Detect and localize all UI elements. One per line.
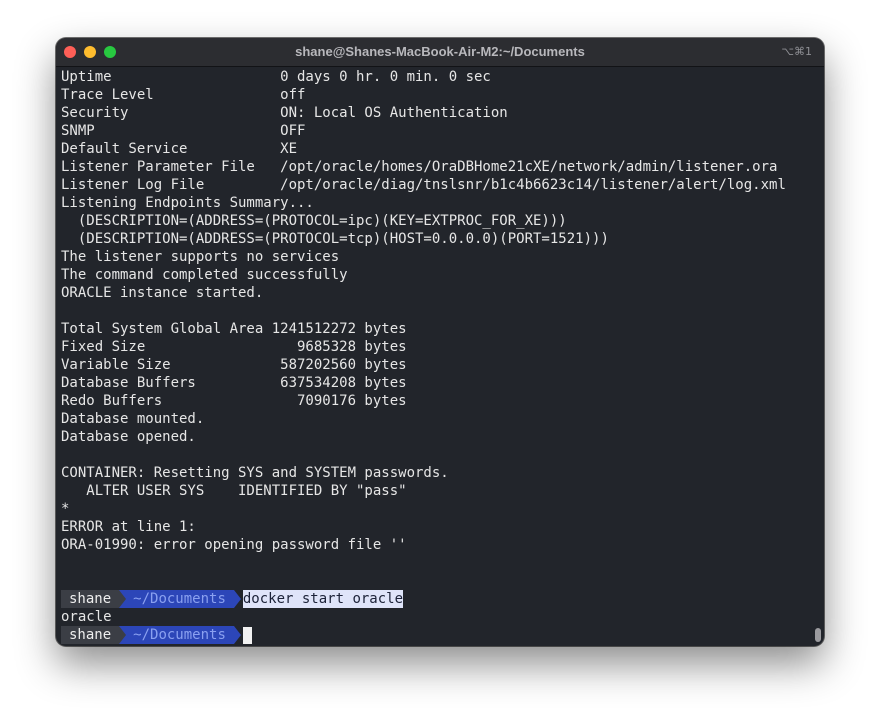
prompt-line-1: shane ~/Documents docker start oracle <box>61 590 811 608</box>
terminal-line: Variable Size 587202560 bytes <box>61 357 407 373</box>
terminal-line: The listener supports no services <box>61 249 340 265</box>
terminal-line: Total System Global Area 1241512272 byte… <box>61 321 407 337</box>
prompt-line-2[interactable]: shane ~/Documents <box>61 626 811 644</box>
terminal-line: (DESCRIPTION=(ADDRESS=(PROTOCOL=tcp)(HOS… <box>61 231 609 247</box>
terminal-line: Listener Log File /opt/oracle/diag/tnsls… <box>61 177 786 193</box>
terminal-line: Database mounted. <box>61 411 205 427</box>
terminal-lines: Uptime 0 days 0 hr. 0 min. 0 sec Trace Le… <box>61 68 811 590</box>
terminal-line: ALTER USER SYS IDENTIFIED BY "pass" <box>61 483 407 499</box>
terminal-window: shane@Shanes-MacBook-Air-M2:~/Documents … <box>56 38 824 646</box>
terminal-line: Trace Level off <box>61 87 306 103</box>
prompt-directory-segment: ~/Documents <box>119 626 241 644</box>
entered-command: docker start oracle <box>242 590 404 608</box>
terminal-line: Security ON: Local OS Authentication <box>61 105 508 121</box>
terminal-line: Listening Endpoints Summary... <box>61 195 314 211</box>
terminal-line: ERROR at line 1: <box>61 519 196 535</box>
terminal-line: The command completed successfully <box>61 267 348 283</box>
text-cursor[interactable] <box>242 626 252 644</box>
terminal-line: Fixed Size 9685328 bytes <box>61 339 407 355</box>
window-shortcut-label: ⌥⌘1 <box>781 45 812 58</box>
terminal-output[interactable]: Uptime 0 days 0 hr. 0 min. 0 sec Trace Le… <box>61 68 811 644</box>
terminal-line: CONTAINER: Resetting SYS and SYSTEM pass… <box>61 465 449 481</box>
prompt-user-segment: shane <box>61 626 120 644</box>
terminal-line: Database opened. <box>61 429 196 445</box>
window-title: shane@Shanes-MacBook-Air-M2:~/Documents <box>295 44 585 59</box>
terminal-line: * <box>61 501 70 517</box>
terminal-line: SNMP OFF <box>61 123 306 139</box>
terminal-line: (DESCRIPTION=(ADDRESS=(PROTOCOL=ipc)(KEY… <box>61 213 567 229</box>
title-bar[interactable]: shane@Shanes-MacBook-Air-M2:~/Documents … <box>56 38 824 67</box>
terminal-line: ORA-01990: error opening password file '… <box>61 537 407 553</box>
terminal-line: Default Service XE <box>61 141 298 157</box>
terminal-line: Database Buffers 637534208 bytes <box>61 375 407 391</box>
prompt-user-segment: shane <box>61 590 120 608</box>
terminal-line: ORACLE instance started. <box>61 285 264 301</box>
scrollbar-thumb[interactable] <box>815 628 821 642</box>
terminal-line: Redo Buffers 7090176 bytes <box>61 393 407 409</box>
command-output-line: oracle <box>61 609 112 625</box>
terminal-line: Uptime 0 days 0 hr. 0 min. 0 sec <box>61 69 491 85</box>
prompt-directory-segment: ~/Documents <box>119 590 241 608</box>
terminal-line: Listener Parameter File /opt/oracle/home… <box>61 159 778 175</box>
